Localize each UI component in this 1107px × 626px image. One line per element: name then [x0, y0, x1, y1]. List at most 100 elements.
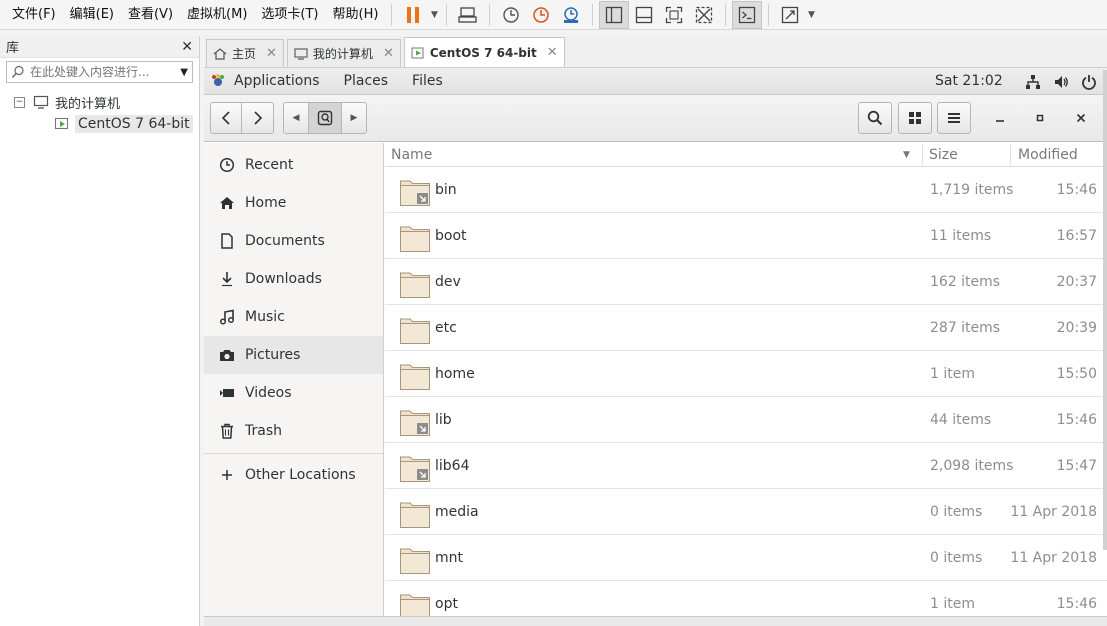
gnome-menu-applications[interactable]: Applications [226, 68, 332, 95]
menu-help[interactable]: 帮助(H) [326, 0, 386, 30]
tab-centos-vm[interactable]: CentOS 7 64-bit ✕ [403, 37, 565, 67]
stretch-icon [782, 6, 799, 23]
maximize-button[interactable] [1024, 102, 1056, 134]
tab-my-computer[interactable]: 我的计算机 ✕ [286, 39, 401, 67]
guest-display[interactable]: Applications Places Files Sat 21:02 ◀ ▶ [204, 68, 1107, 626]
file-row[interactable]: boot 11 items 16:57 [385, 213, 1107, 259]
menu-edit[interactable]: 编辑(E) [63, 0, 121, 30]
menu-view[interactable]: 查看(V) [121, 0, 180, 30]
clock-icon [218, 156, 236, 174]
minimize-button[interactable] [984, 102, 1016, 134]
stretch-guest-button[interactable] [775, 1, 805, 29]
column-headers: Name ▼ Size Modified [385, 143, 1107, 167]
search-dropdown-caret[interactable]: ▼ [180, 67, 188, 78]
collapse-toggle-icon[interactable]: − [14, 96, 25, 108]
computer-icon [294, 47, 308, 60]
sidebar-item-trash[interactable]: Trash [204, 412, 383, 450]
file-row[interactable]: dev 162 items 20:37 [385, 259, 1107, 305]
forward-button[interactable] [241, 102, 274, 134]
send-ctrl-alt-del-button[interactable] [453, 1, 483, 29]
vm-running-icon [54, 117, 69, 130]
guest-vertical-scrollbar[interactable] [1103, 70, 1107, 550]
sidebar-item-music[interactable]: Music [204, 298, 383, 336]
sidebar-item-recent[interactable]: Recent [204, 146, 383, 184]
bottom-panel-layout-icon [636, 6, 653, 23]
sort-descending-icon[interactable]: ▼ [903, 150, 910, 160]
pathbar-scroll-right-icon[interactable]: ▶ [342, 113, 366, 123]
gnome-menu-files[interactable]: Files [400, 68, 455, 95]
file-size: 162 items [930, 274, 1001, 290]
file-modified: 20:37 [1056, 274, 1097, 290]
snapshot-manager-button[interactable] [556, 1, 586, 29]
unity-button[interactable] [689, 1, 719, 29]
file-row[interactable]: lib 44 items 15:46 [385, 397, 1107, 443]
sidebar-item-pictures[interactable]: Pictures [204, 336, 383, 374]
console-view-button[interactable] [732, 0, 763, 29]
column-header-name[interactable]: Name [391, 143, 432, 167]
gnome-status-area[interactable] [1025, 68, 1097, 95]
guest-bottom-edge [204, 616, 1107, 626]
search-button[interactable] [858, 102, 892, 134]
tree-item-my-computer[interactable]: − 我的计算机 [0, 91, 199, 113]
sidebar-item-downloads[interactable]: Downloads [204, 260, 383, 298]
revert-snapshot-button[interactable] [526, 1, 556, 29]
library-panel: 库 ✕ ▼ − 我的计算机 CentOS 7 64-bit [0, 36, 200, 626]
menu-vm[interactable]: 虚拟机(M) [180, 0, 254, 30]
pause-dropdown-caret[interactable]: ▼ [428, 1, 440, 29]
menu-file[interactable]: 文件(F) [0, 0, 63, 30]
gnome-menu-places[interactable]: Places [332, 68, 401, 95]
view-toggle-button[interactable] [898, 102, 932, 134]
tab-home[interactable]: 主页 ✕ [206, 39, 284, 67]
file-name: dev [435, 274, 461, 290]
vm-tab-strip: 主页 ✕ 我的计算机 ✕ CentOS 7 64-bit ✕ [204, 36, 1107, 68]
pause-button[interactable] [398, 1, 428, 29]
file-row[interactable]: etc 287 items 20:39 [385, 305, 1107, 351]
menu-button[interactable] [937, 102, 971, 134]
library-search-input[interactable] [30, 65, 181, 79]
column-header-size[interactable]: Size [929, 143, 958, 167]
stretch-dropdown-caret[interactable]: ▼ [805, 1, 817, 29]
sidebar-item-documents[interactable]: Documents [204, 222, 383, 260]
tree-item-label: CentOS 7 64-bit [75, 115, 193, 133]
minimize-icon [996, 120, 1004, 122]
file-row[interactable]: lib64 2,098 items 15:47 [385, 443, 1107, 489]
folder-icon [400, 226, 430, 252]
tab-close-icon[interactable]: ✕ [383, 46, 394, 61]
sidebar-item-label: Downloads [245, 271, 322, 287]
column-header-modified[interactable]: Modified [1018, 143, 1078, 167]
sidebar-item-other-locations[interactable]: Other Locations [204, 456, 383, 494]
thumbnail-bar-button[interactable] [629, 1, 659, 29]
folder-icon [400, 502, 430, 528]
full-screen-button[interactable] [659, 1, 689, 29]
snapshot-button[interactable] [496, 1, 526, 29]
fullscreen-icon [666, 6, 683, 23]
file-row[interactable]: bin 1,719 items 15:46 [385, 167, 1107, 213]
gnome-clock[interactable]: Sat 21:02 [935, 68, 1003, 95]
home-icon [213, 47, 227, 60]
show-library-button[interactable] [599, 0, 630, 29]
close-button[interactable] [1065, 102, 1097, 134]
file-list-view[interactable]: Name ▼ Size Modified bin 1,719 items 15:… [385, 143, 1107, 626]
back-button[interactable] [210, 102, 242, 134]
menu-tabs[interactable]: 选项卡(T) [254, 0, 325, 30]
library-search-box[interactable]: ▼ [6, 61, 193, 83]
file-row[interactable]: media 0 items 11 Apr 2018 [385, 489, 1107, 535]
sidebar-item-label: Recent [245, 157, 294, 173]
library-close-icon[interactable]: ✕ [181, 39, 193, 55]
sidebar-item-videos[interactable]: Videos [204, 374, 383, 412]
hamburger-menu-icon [948, 113, 960, 123]
file-row[interactable]: mnt 0 items 11 Apr 2018 [385, 535, 1107, 581]
path-root-button[interactable] [308, 103, 342, 133]
file-size: 287 items [930, 320, 1001, 336]
network-wired-icon [1026, 74, 1040, 89]
file-size: 44 items [930, 412, 992, 428]
toolbar-separator [768, 3, 770, 26]
sidebar-item-home[interactable]: Home [204, 184, 383, 222]
pathbar-scroll-left-icon[interactable]: ◀ [284, 113, 308, 123]
tab-close-icon[interactable]: ✕ [547, 45, 558, 60]
tree-item-centos-vm[interactable]: CentOS 7 64-bit [0, 113, 199, 135]
tab-close-icon[interactable]: ✕ [266, 46, 277, 61]
file-row[interactable]: home 1 item 15:50 [385, 351, 1107, 397]
sidebar-layout-icon [606, 6, 623, 23]
file-size: 0 items [930, 504, 983, 520]
